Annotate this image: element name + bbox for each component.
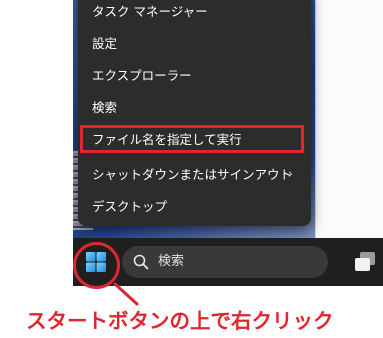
menu-item-label: タスク マネージャー: [92, 4, 208, 19]
menu-item-search[interactable]: 検索: [78, 93, 311, 123]
start-button[interactable]: [79, 247, 113, 277]
desktop-screen: タスク マネージャー 設定 エクスプローラー 検索 ファイル名を指定して実行 シ…: [73, 0, 383, 286]
windows-logo-icon: [86, 252, 106, 272]
menu-item-shutdown-or-sign-out[interactable]: シャットダウンまたはサインアウト ›: [78, 160, 311, 190]
search-placeholder: 検索: [158, 254, 185, 269]
annotation-caption: スタートボタンの上で右クリック: [26, 309, 334, 333]
menu-item-label: ファイル名を指定して実行: [92, 132, 242, 147]
menu-item-label: デスクトップ: [92, 199, 168, 214]
menu-item-task-manager[interactable]: タスク マネージャー: [78, 0, 311, 27]
taskbar: 検索: [73, 238, 383, 286]
menu-item-desktop[interactable]: デスクトップ: [78, 192, 311, 222]
menu-item-label: シャットダウンまたはサインアウト: [92, 167, 293, 182]
chevron-right-icon: ›: [287, 167, 293, 182]
menu-item-settings[interactable]: 設定: [78, 29, 311, 59]
menu-item-run[interactable]: ファイル名を指定して実行: [78, 125, 311, 155]
menu-item-explorer[interactable]: エクスプローラー: [78, 61, 311, 91]
menu-item-label: エクスプローラー: [92, 68, 192, 83]
menu-item-label: 検索: [92, 100, 118, 115]
taskbar-search-box[interactable]: 検索: [122, 246, 328, 278]
start-context-menu: タスク マネージャー 設定 エクスプローラー 検索 ファイル名を指定して実行 シ…: [78, 0, 311, 226]
menu-item-label: 設定: [92, 36, 118, 51]
task-view-icon[interactable]: [353, 251, 377, 273]
background-window: [315, 0, 383, 238]
search-icon: [133, 254, 149, 270]
